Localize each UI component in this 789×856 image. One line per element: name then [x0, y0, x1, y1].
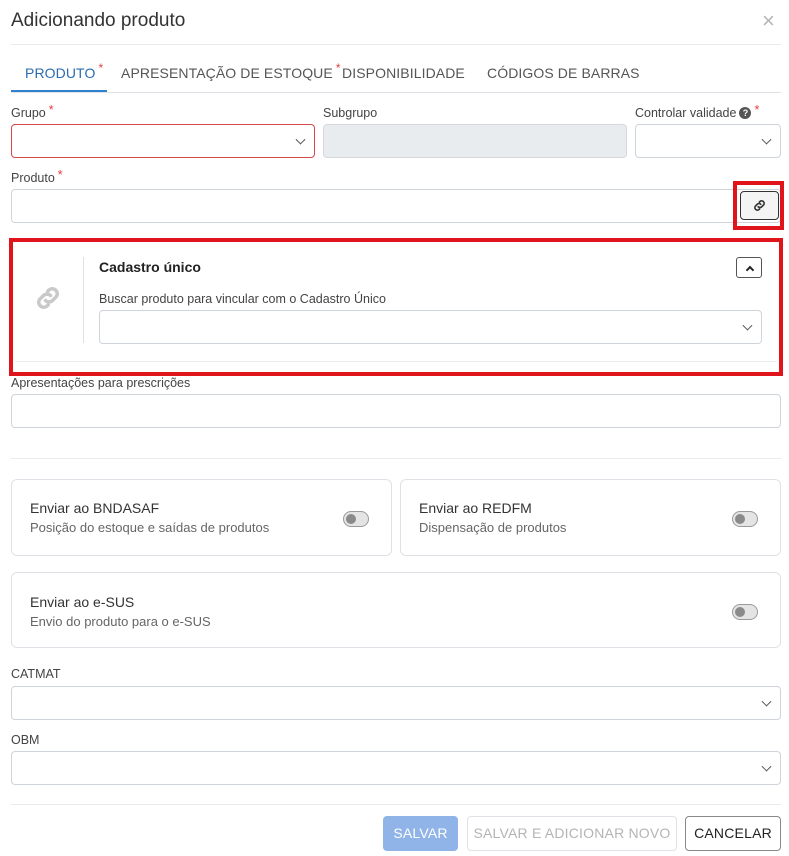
tab-codigos-de-barras[interactable]: CÓDIGOS DE BARRAS [487, 65, 640, 81]
toggle-knob [735, 607, 745, 617]
produto-label: Produto * [11, 168, 63, 185]
chevron-down-icon [761, 696, 772, 707]
section-divider [11, 458, 781, 459]
close-icon[interactable]: × [762, 10, 775, 32]
tab-disponibilidade[interactable]: DISPONIBILIDADE [342, 65, 465, 81]
bndasaf-subtitle: Posição do estoque e saídas de produtos [30, 520, 270, 535]
tab-apresentacao-estoque[interactable]: APRESENTAÇÃO DE ESTOQUE * [121, 61, 341, 81]
apresentacoes-input[interactable] [11, 394, 781, 428]
chevron-down-icon [761, 134, 772, 145]
required-marker: * [48, 103, 54, 117]
link-cadastro-unico-button[interactable] [740, 191, 779, 220]
subgrupo-select [323, 124, 627, 158]
chevron-down-icon [742, 320, 753, 331]
obm-label: OBM [11, 733, 40, 747]
tab-label: DISPONIBILIDADE [342, 65, 465, 81]
tab-label: PRODUTO [25, 65, 96, 81]
bndasaf-toggle[interactable] [343, 511, 369, 527]
controlar-validade-label-text: Controlar validade [635, 106, 737, 120]
controlar-validade-select[interactable] [635, 124, 781, 158]
esus-toggle[interactable] [732, 604, 758, 620]
help-icon[interactable]: ? [739, 107, 752, 119]
dialog-title: Adicionando produto [11, 10, 186, 31]
required-marker: * [57, 168, 63, 182]
redfm-card: Enviar ao REDFM Dispensação de produtos [400, 479, 781, 556]
cadastro-unico-bottom-divider [15, 361, 777, 362]
grupo-select[interactable] [11, 124, 315, 158]
link-icon [754, 200, 765, 211]
chevron-down-icon [295, 134, 306, 145]
cadastro-unico-search-label: Buscar produto para vincular com o Cadas… [99, 292, 386, 306]
cadastro-unico-search-select[interactable] [99, 310, 762, 344]
controlar-validade-label: Controlar validade? * [635, 103, 760, 120]
esus-title: Enviar ao e-SUS [30, 594, 135, 610]
chevron-down-icon [761, 761, 772, 772]
required-marker: * [98, 61, 104, 75]
tabs-divider [11, 92, 781, 93]
redfm-title: Enviar ao REDFM [419, 500, 532, 516]
required-marker: * [754, 103, 760, 117]
catmat-select[interactable] [11, 686, 781, 720]
collapse-button[interactable] [736, 257, 762, 278]
redfm-toggle[interactable] [732, 511, 758, 527]
grupo-label-text: Grupo [11, 106, 46, 120]
cadastro-unico-divider [83, 257, 84, 343]
bndasaf-title: Enviar ao BNDASAF [30, 500, 160, 516]
save-and-add-button[interactable]: SALVAR E ADICIONAR NOVO [467, 816, 677, 851]
bndasaf-card: Enviar ao BNDASAF Posição do estoque e s… [11, 479, 392, 556]
tab-label: CÓDIGOS DE BARRAS [487, 65, 640, 81]
apresentacoes-label: Apresentações para prescrições [11, 376, 191, 390]
catmat-label: CATMAT [11, 667, 61, 681]
redfm-subtitle: Dispensação de produtos [419, 520, 567, 535]
header-divider [11, 44, 781, 45]
obm-select[interactable] [11, 751, 781, 785]
cadastro-unico-title: Cadastro único [99, 259, 201, 275]
link-icon [37, 287, 59, 309]
footer-divider [11, 804, 781, 805]
cancel-button[interactable]: CANCELAR [685, 816, 781, 851]
grupo-label: Grupo * [11, 103, 54, 120]
tab-produto[interactable]: PRODUTO * [25, 61, 103, 81]
produto-label-text: Produto [11, 171, 55, 185]
tab-label: APRESENTAÇÃO DE ESTOQUE [121, 65, 333, 81]
produto-input[interactable] [11, 189, 781, 223]
toggle-knob [735, 514, 745, 524]
toggle-knob [346, 514, 356, 524]
required-marker: * [335, 61, 341, 75]
subgrupo-label: Subgrupo [323, 106, 378, 120]
esus-card: Enviar ao e-SUS Envio do produto para o … [11, 572, 781, 648]
chevron-up-icon [745, 265, 755, 275]
save-button[interactable]: SALVAR [383, 816, 458, 851]
esus-subtitle: Envio do produto para o e-SUS [30, 614, 211, 629]
